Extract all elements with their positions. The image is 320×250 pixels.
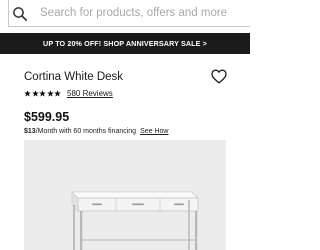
search-icon[interactable] <box>12 6 28 22</box>
promo-banner[interactable]: UP TO 20% OFF! SHOP ANNIVERSARY SALE > <box>0 33 250 54</box>
financing-text: /Month with 60 months financing <box>35 128 137 135</box>
product-image[interactable] <box>24 140 226 250</box>
reviews-link[interactable]: 580 Reviews <box>67 89 113 98</box>
search-input[interactable] <box>40 3 245 23</box>
star-icon <box>24 90 31 97</box>
heart-outline-icon[interactable] <box>211 69 227 84</box>
financing-amount: $13 <box>24 128 36 135</box>
star-icon <box>31 90 39 97</box>
search-bar <box>0 0 250 33</box>
product-price: $599.95 <box>24 110 70 124</box>
desk-illustration <box>71 191 199 250</box>
star-icon <box>54 90 61 97</box>
rating-row: 580 Reviews <box>24 88 113 99</box>
star-icon <box>46 90 54 97</box>
see-how-link[interactable]: See How <box>140 128 168 135</box>
star-icon <box>39 90 46 97</box>
product-title: Cortina White Desk <box>24 71 124 83</box>
financing-info: $13/Month with 60 months financing See Ho… <box>24 128 168 135</box>
promo-text[interactable]: UP TO 20% OFF! SHOP ANNIVERSARY SALE > <box>43 39 207 48</box>
star-rating <box>24 90 61 97</box>
